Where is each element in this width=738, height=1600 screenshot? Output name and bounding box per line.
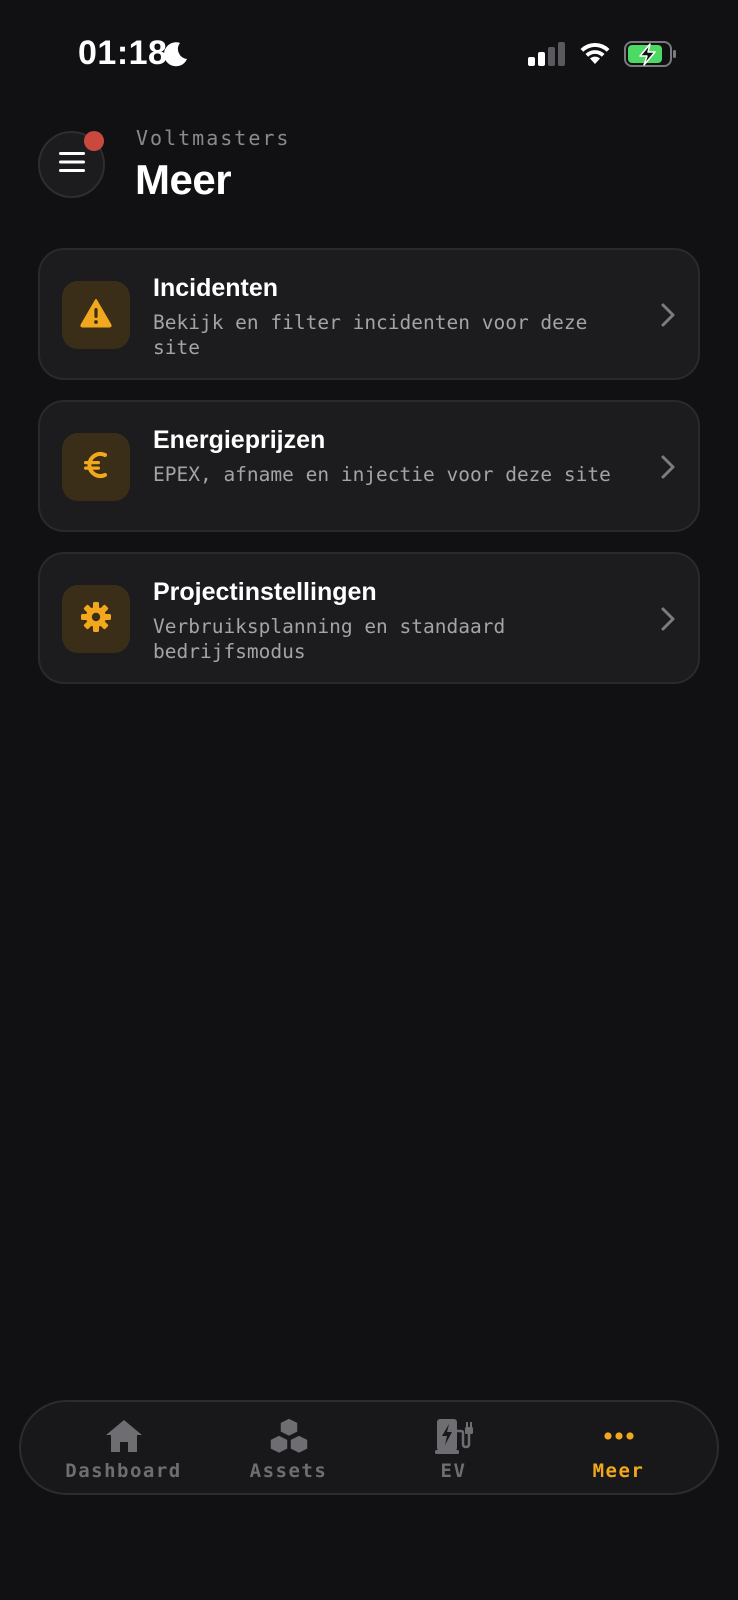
chevron-right-icon — [660, 454, 676, 485]
energieprijzen-icon-tile — [62, 433, 130, 501]
card-description: EPEX, afname en injectie voor deze site — [153, 463, 611, 486]
card-title: Projectinstellingen — [153, 578, 377, 606]
card-description: Verbruiksplanning en standaard bedrijfsm… — [153, 615, 506, 663]
cubes-icon — [268, 1416, 309, 1456]
gear-icon — [80, 601, 112, 638]
app-subtitle: Voltmasters — [136, 126, 291, 150]
wifi-icon — [578, 40, 612, 71]
moon-icon — [162, 40, 190, 73]
projectinstellingen-icon-tile — [62, 585, 130, 653]
card-title: Energieprijzen — [153, 426, 326, 454]
cellular-signal-icon — [528, 42, 566, 71]
incidenten-card[interactable]: Incidenten Bekijk en filter incidenten v… — [38, 248, 700, 380]
status-time: 01:18 — [78, 34, 168, 72]
tab-label: Dashboard — [65, 1460, 182, 1482]
tab-ev[interactable]: EV — [371, 1416, 536, 1486]
notification-dot — [84, 131, 104, 151]
home-icon — [104, 1416, 144, 1456]
card-description: Bekijk en filter incidenten voor deze si… — [153, 311, 588, 359]
tab-assets[interactable]: Assets — [206, 1416, 371, 1486]
more-dots-icon — [603, 1416, 635, 1456]
tab-label: Meer — [592, 1460, 645, 1482]
status-bar: 01:18 — [0, 0, 738, 110]
projectinstellingen-card[interactable]: Projectinstellingen Verbruiksplanning en… — [38, 552, 700, 684]
battery-charging-icon — [624, 40, 678, 73]
screen: 01:18 Voltmasters Meer Incidenten Bekijk… — [0, 0, 738, 1600]
incidenten-icon-tile — [62, 281, 130, 349]
euro-icon — [82, 449, 110, 486]
hamburger-menu-icon — [58, 151, 85, 178]
warning-icon — [80, 298, 112, 333]
tab-dashboard[interactable]: Dashboard — [41, 1416, 206, 1486]
card-title: Incidenten — [153, 274, 279, 302]
tab-label: EV — [440, 1460, 467, 1482]
tab-bar: Dashboard Assets EV Meer — [19, 1400, 719, 1495]
tab-meer[interactable]: Meer — [536, 1416, 701, 1486]
energieprijzen-card[interactable]: Energieprijzen EPEX, afname en injectie … — [38, 400, 700, 532]
tab-label: Assets — [249, 1460, 328, 1482]
chevron-right-icon — [660, 606, 676, 637]
chevron-right-icon — [660, 302, 676, 333]
page-title: Meer — [135, 156, 232, 203]
ev-charger-icon — [434, 1416, 474, 1456]
